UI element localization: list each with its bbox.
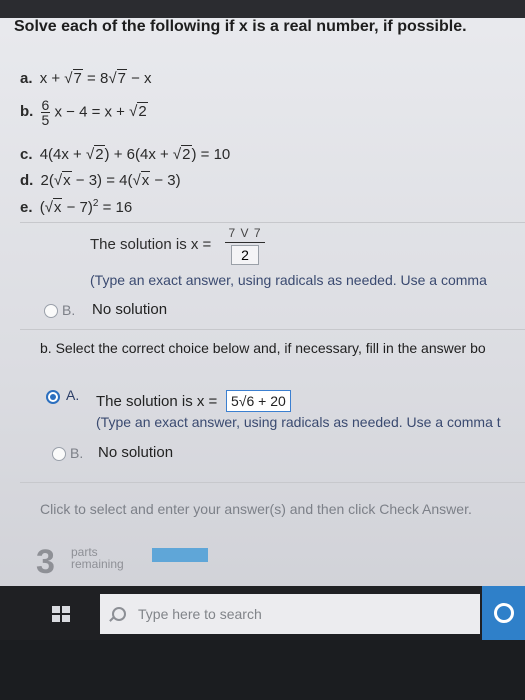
problem-text: − 3) bbox=[150, 172, 181, 189]
option-letter: B. bbox=[70, 445, 84, 461]
problem-label: c. bbox=[20, 146, 33, 163]
cortana-button[interactable] bbox=[482, 586, 525, 640]
problem-text: x + bbox=[39, 70, 61, 87]
fraction-numerator: 7 V 7 bbox=[228, 226, 262, 240]
part-b-option-a-text: The solution is x = bbox=[96, 393, 218, 410]
part-a-hint: (Type an exact answer, using radicals as… bbox=[90, 272, 487, 288]
top-strip bbox=[0, 0, 525, 18]
problem-label: a. bbox=[20, 70, 33, 87]
cortana-icon bbox=[494, 603, 514, 623]
instruction-text: Click to select and enter your answer(s)… bbox=[40, 501, 472, 517]
parts-remaining-count: 3 bbox=[36, 543, 55, 581]
part-b-answer-input[interactable]: 5√6 + 20 bbox=[226, 390, 291, 412]
problem-text: = 8 bbox=[87, 70, 109, 87]
radical: √x bbox=[132, 171, 151, 189]
part-a-solution-label: The solution is x = bbox=[90, 236, 212, 253]
part-b-option-b-radio[interactable] bbox=[52, 447, 66, 461]
problem-text: − x bbox=[131, 70, 152, 87]
problem-text: = 16 bbox=[98, 199, 133, 216]
divider bbox=[20, 482, 525, 483]
problem-text: ) + 6(4x + bbox=[104, 146, 169, 163]
part-a-option-b-text[interactable]: No solution bbox=[92, 301, 167, 318]
radical: √2 bbox=[85, 145, 105, 163]
taskbar: Type here to search bbox=[0, 586, 525, 640]
radical: √7 bbox=[64, 69, 83, 87]
parts-remaining-label: parts remaining bbox=[71, 545, 124, 571]
radical: √7 bbox=[108, 69, 127, 87]
problem-text: ) = 10 bbox=[191, 146, 231, 163]
question-title: Solve each of the following if x is a re… bbox=[14, 18, 467, 35]
search-icon bbox=[112, 607, 126, 621]
divider bbox=[20, 222, 525, 223]
problem-d: d. 2(√x − 3) = 4(√x − 3) bbox=[20, 171, 181, 189]
fraction-bar bbox=[225, 242, 265, 243]
part-b-hint: (Type an exact answer, using radicals as… bbox=[96, 414, 501, 430]
part-a-option-b-radio[interactable] bbox=[44, 304, 58, 318]
problem-text: − 3) = 4( bbox=[71, 172, 133, 189]
search-placeholder: Type here to search bbox=[138, 606, 262, 622]
fraction-denominator[interactable]: 2 bbox=[231, 245, 259, 265]
problem-text: x − 4 = x + bbox=[54, 103, 125, 121]
problem-label: b. bbox=[20, 103, 34, 121]
problem-label: e. bbox=[20, 199, 33, 216]
part-b-prompt: b. Select the correct choice below and, … bbox=[40, 340, 486, 356]
problem-a: a. x + √7 = 8√7 − x bbox=[20, 69, 152, 87]
taskbar-search-box[interactable]: Type here to search bbox=[100, 594, 480, 634]
option-letter: B. bbox=[62, 302, 76, 318]
part-b-option-a-radio[interactable] bbox=[46, 390, 60, 404]
screen: Solve each of the following if x is a re… bbox=[0, 0, 525, 640]
problem-e: e. (√x − 7)2 = 16 bbox=[20, 198, 132, 216]
problem-label: d. bbox=[20, 172, 34, 189]
radical: √2 bbox=[172, 145, 192, 163]
fraction: 6 5 bbox=[40, 97, 51, 128]
radical: √x bbox=[53, 171, 72, 189]
radical: √2 bbox=[129, 102, 148, 121]
windows-start-icon[interactable] bbox=[52, 606, 70, 622]
part-b-option-b-text[interactable]: No solution bbox=[98, 444, 173, 461]
option-letter: A. bbox=[66, 387, 80, 403]
radical: √x bbox=[44, 198, 63, 216]
progress-fill bbox=[152, 548, 208, 562]
part-a-answer-fraction[interactable]: 7 V 7 2 bbox=[223, 226, 267, 268]
parts-progress-bar bbox=[152, 548, 208, 562]
problem-text: − 7) bbox=[62, 199, 93, 216]
problem-text: 2( bbox=[40, 172, 54, 189]
problem-c: c. 4(4x + √2) + 6(4x + √2) = 10 bbox=[20, 145, 231, 163]
divider bbox=[20, 329, 525, 330]
problem-b: b. 6 5 x − 4 = x + √2 bbox=[20, 98, 148, 127]
problem-text: 4(4x + bbox=[39, 146, 82, 163]
